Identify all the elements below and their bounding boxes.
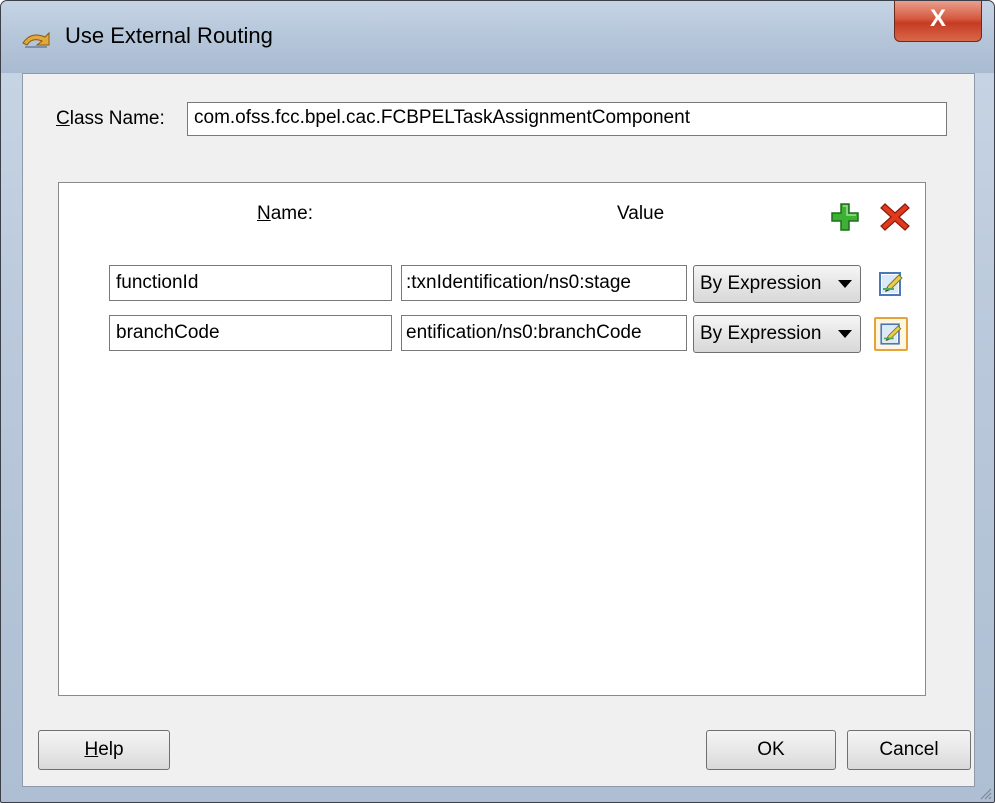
value-type-selected: By Expression xyxy=(700,323,822,344)
class-name-input[interactable]: com.ofss.fcc.bpel.cac.FCBPELTaskAssignme… xyxy=(187,102,947,136)
column-header-value: Value xyxy=(617,203,665,224)
title-bar[interactable]: Use External Routing X xyxy=(1,1,994,73)
window-title: Use External Routing xyxy=(65,23,273,48)
parameter-name-field[interactable]: functionId xyxy=(109,265,392,301)
value-type-selected: By Expression xyxy=(700,273,822,294)
close-button[interactable]: X xyxy=(894,1,982,42)
dialog-window: Use External Routing X Class Name: com.o… xyxy=(0,0,995,803)
parameter-value-field[interactable]: :txnIdentification/ns0:stage xyxy=(401,265,687,301)
chevron-down-icon xyxy=(838,280,852,288)
edit-expression-icon[interactable] xyxy=(874,267,908,301)
value-type-dropdown[interactable]: By Expression xyxy=(693,315,861,353)
cancel-button[interactable]: Cancel xyxy=(847,730,971,770)
chevron-down-icon xyxy=(838,330,852,338)
value-type-dropdown[interactable]: By Expression xyxy=(693,265,861,303)
parameter-name-field[interactable]: branchCode xyxy=(109,315,392,351)
close-icon: X xyxy=(929,5,946,32)
plus-icon[interactable] xyxy=(829,201,861,233)
parameter-value-field[interactable]: entification/ns0:branchCode xyxy=(401,315,687,351)
edit-expression-icon xyxy=(880,323,902,345)
parameters-panel: Name: Value functionId :txnIdentificatio… xyxy=(58,182,926,696)
class-name-label: Class Name: xyxy=(56,108,165,129)
red-x-icon[interactable] xyxy=(879,201,911,233)
ok-button[interactable]: OK xyxy=(706,730,836,770)
dialog-content: Class Name: com.ofss.fcc.bpel.cac.FCBPEL… xyxy=(22,73,975,787)
column-header-name: Name: xyxy=(257,203,313,224)
routing-app-icon xyxy=(22,31,50,48)
help-button[interactable]: Help xyxy=(38,730,170,770)
resize-grip-icon[interactable] xyxy=(976,784,992,800)
edit-expression-button[interactable] xyxy=(874,317,908,351)
